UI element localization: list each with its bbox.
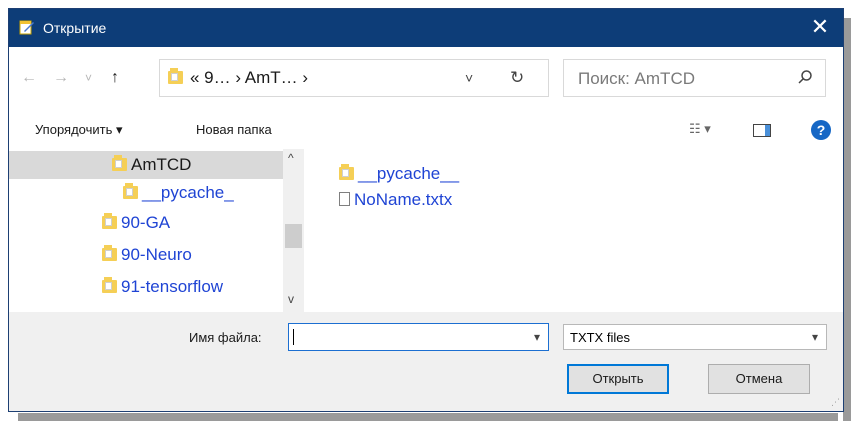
navigation-tree: AmTCD __pycache_ 90-GA 90-Neuro 91-tenso…	[9, 149, 304, 312]
window-title: Открытие	[43, 20, 107, 36]
filetype-select[interactable]: TXTX files ▾	[563, 324, 827, 350]
title-bar[interactable]: Открытие ✕	[9, 9, 843, 47]
help-icon[interactable]: ?	[811, 120, 831, 140]
tree-item-label: __pycache_	[142, 183, 234, 202]
tree-item-label: 90-Neuro	[121, 245, 192, 264]
organize-button[interactable]: Упорядочить ▾	[35, 122, 123, 138]
folder-icon	[123, 183, 138, 199]
folder-icon	[102, 277, 117, 293]
open-dialog: Открытие ✕ ← → ˅ ↑ « 9… › AmT… › ˅ ↻ Пои…	[8, 8, 844, 412]
folder-icon	[168, 68, 183, 84]
filename-label: Имя файла:	[189, 330, 262, 345]
preview-pane-icon[interactable]	[753, 124, 771, 137]
bottom-panel: Имя файла: ▾ TXTX files ▾ Открыть Отмена…	[9, 312, 843, 411]
open-button[interactable]: Открыть	[567, 364, 669, 394]
tree-item-90-ga[interactable]: 90-GA	[102, 213, 170, 241]
tree-item-amtcd[interactable]: AmTCD	[9, 151, 283, 179]
file-name: __pycache__	[358, 164, 460, 183]
tree-item-label: AmTCD	[131, 155, 192, 174]
recent-locations-chevron-icon[interactable]: ˅	[85, 71, 92, 85]
tree-scrollbar[interactable]: ^ v	[283, 149, 304, 312]
resize-grip-icon[interactable]: ⋰	[831, 397, 840, 408]
scroll-down-icon[interactable]: v	[288, 292, 294, 306]
filetype-dropdown-chevron-icon: ▾	[811, 330, 818, 344]
folder-icon	[102, 245, 117, 261]
command-toolbar: Упорядочить ▾ Новая папка ☷ ▾ ?	[9, 115, 843, 145]
filetype-value: TXTX files	[570, 330, 630, 345]
window-shadow-bottom	[18, 413, 838, 421]
text-caret	[293, 329, 294, 345]
navigation-bar: ← → ˅ ↑ « 9… › AmT… › ˅ ↻ Поиск: AmTCD	[9, 55, 843, 103]
close-button[interactable]: ✕	[805, 14, 835, 40]
file-item-pycache[interactable]: __pycache__	[339, 164, 459, 188]
search-icon	[798, 70, 812, 84]
cancel-button[interactable]: Отмена	[708, 364, 810, 394]
app-icon	[19, 20, 34, 35]
document-icon	[339, 192, 350, 206]
refresh-icon[interactable]: ↻	[510, 68, 524, 88]
tree-item-90-neuro[interactable]: 90-Neuro	[102, 245, 192, 273]
breadcrumb[interactable]: « 9… › AmT… ›	[190, 68, 308, 88]
window-shadow-right	[843, 18, 851, 421]
address-dropdown-chevron-icon[interactable]: ˅	[465, 70, 473, 86]
folder-icon	[102, 213, 117, 229]
tree-item-pycache[interactable]: __pycache_	[123, 183, 234, 211]
file-item-noname[interactable]: NoName.txtx	[339, 190, 452, 214]
search-placeholder[interactable]: Поиск: AmTCD	[578, 69, 695, 89]
tree-item-label: 90-GA	[121, 213, 171, 232]
forward-arrow-icon[interactable]: →	[53, 69, 69, 87]
scroll-up-icon[interactable]: ^	[288, 151, 294, 165]
scrollbar-thumb[interactable]	[285, 224, 302, 248]
search-box[interactable]: Поиск: AmTCD	[563, 59, 826, 97]
up-arrow-icon[interactable]: ↑	[111, 69, 119, 87]
filename-input[interactable]: ▾	[288, 323, 549, 351]
tree-item-label: 91-tensorflow	[121, 277, 224, 296]
folder-icon	[339, 164, 354, 180]
folder-icon	[112, 155, 127, 171]
view-options-button[interactable]: ☷ ▾	[689, 121, 711, 137]
new-folder-button[interactable]: Новая папка	[196, 122, 272, 137]
tree-item-91-tensorflow[interactable]: 91-tensorflow	[102, 277, 223, 305]
filename-dropdown-chevron-icon[interactable]: ▾	[534, 330, 540, 344]
address-bar[interactable]: « 9… › AmT… › ˅ ↻	[159, 59, 549, 97]
file-name: NoName.txtx	[354, 190, 453, 209]
back-arrow-icon[interactable]: ←	[21, 69, 37, 87]
